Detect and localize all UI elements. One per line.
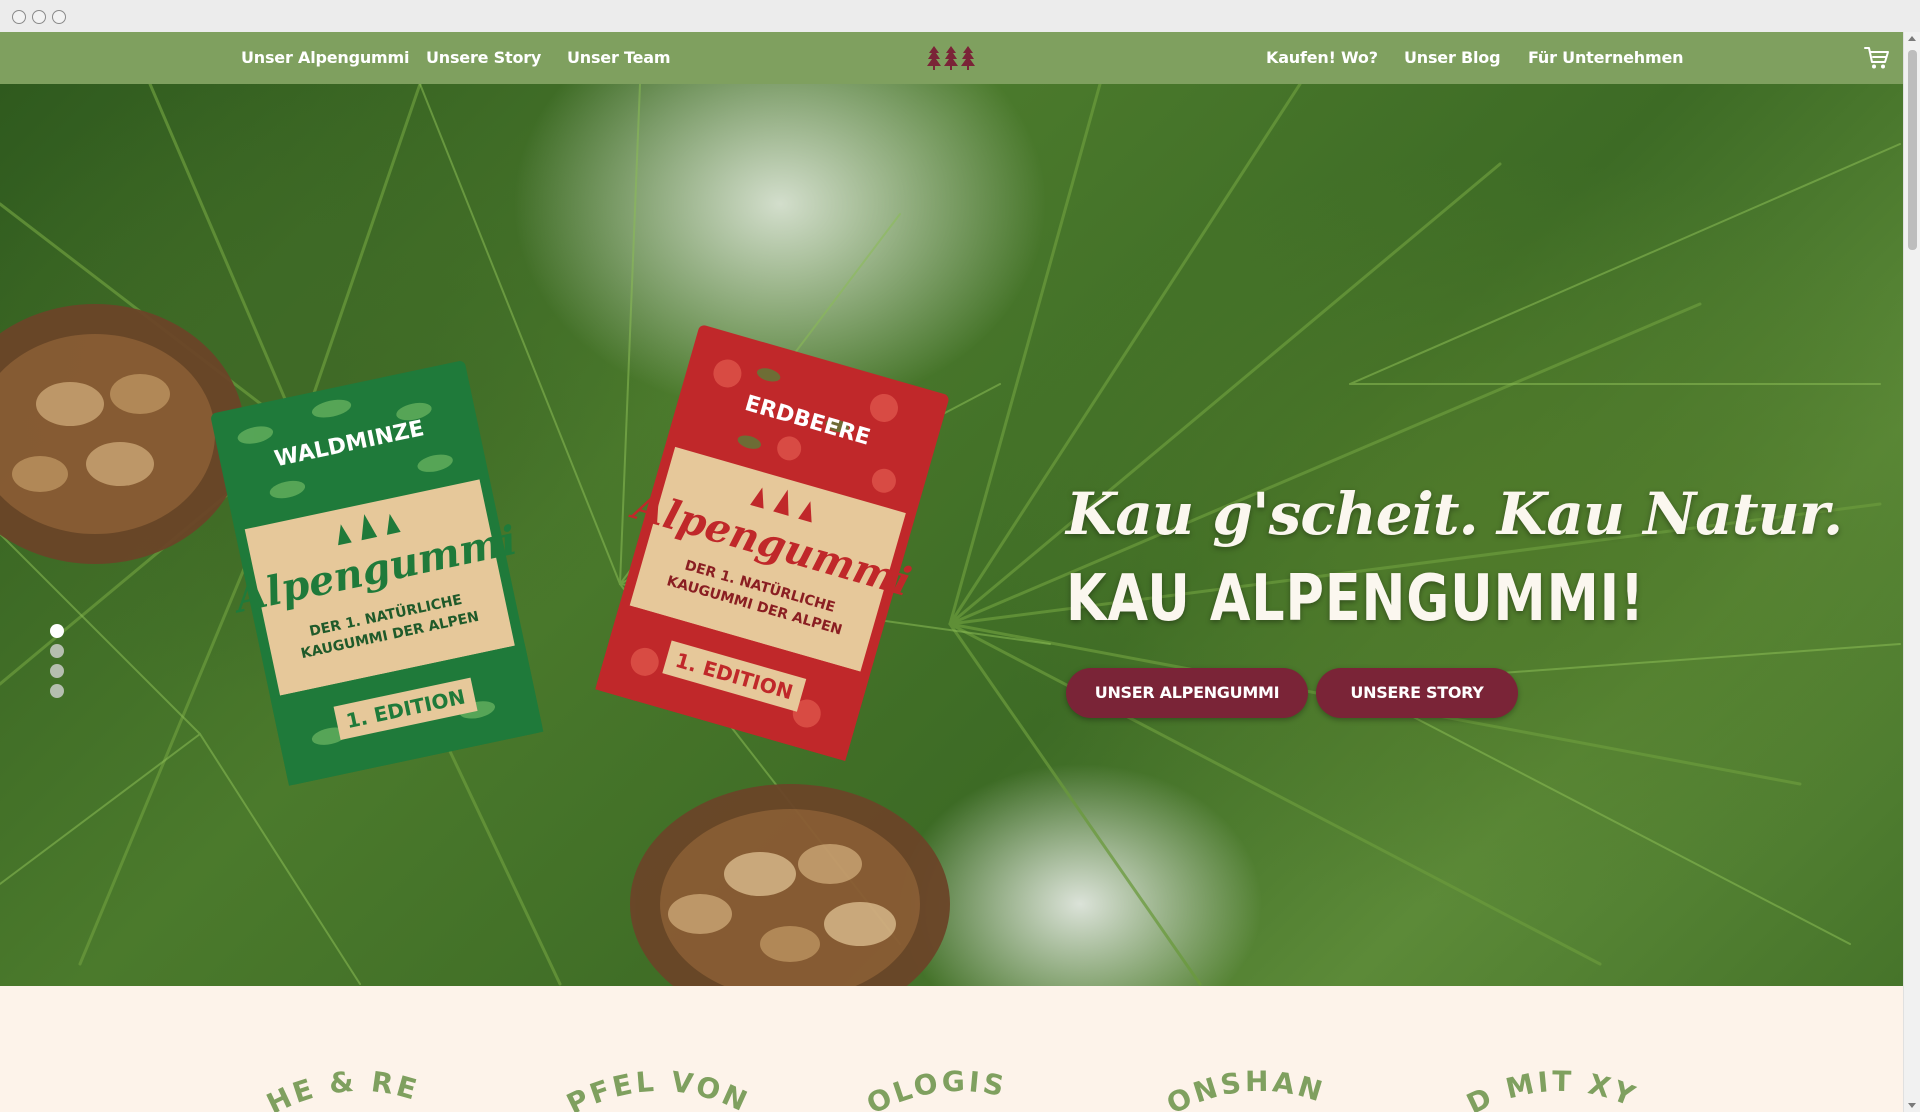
- scroll-down-arrow-icon[interactable]: [1908, 1103, 1916, 1108]
- page-scrollbar[interactable]: [1903, 32, 1920, 1112]
- window-maximize-dot[interactable]: [52, 10, 66, 24]
- product-box-waldminze: WALDMINZE Alpengummi DER 1. NATÜRLICHE K…: [211, 361, 544, 786]
- slide-dot-4[interactable]: [50, 684, 64, 698]
- scrollbar-thumb[interactable]: [1908, 50, 1917, 250]
- unser-alpengummi-button[interactable]: UNSER ALPENGUMMI: [1066, 668, 1308, 718]
- slide-dot-3[interactable]: [50, 664, 64, 678]
- product-box-erdbeere: ERDBEERE Alpengummi DER 1. NATÜRLICHE KA…: [595, 325, 949, 761]
- feature-arc-label-1: HE & RE: [262, 1065, 423, 1112]
- main-navigation: Unser Alpengummi Unsere Story Unser Team…: [0, 32, 1903, 84]
- window-minimize-dot[interactable]: [32, 10, 46, 24]
- feature-arc-label-2: PFEL VON: [561, 1065, 754, 1112]
- nav-link-unser-team[interactable]: Unser Team: [567, 32, 671, 84]
- nav-link-unsere-story[interactable]: Unsere Story: [426, 32, 541, 84]
- slider-pagination: [50, 624, 66, 704]
- nav-link-fuer-unternehmen[interactable]: Für Unternehmen: [1528, 32, 1684, 84]
- slide-dot-2[interactable]: [50, 644, 64, 658]
- feature-arc-labels: HE & RE PFEL VON OLOGIS ONSHAN D MIT XY: [262, 1065, 1642, 1112]
- features-section: HE & RE PFEL VON OLOGIS ONSHAN D MIT XY: [0, 986, 1903, 1112]
- nav-link-unser-blog[interactable]: Unser Blog: [1404, 32, 1501, 84]
- page-viewport: Unser Alpengummi Unsere Story Unser Team…: [0, 32, 1903, 1112]
- nav-link-kaufen-wo[interactable]: Kaufen! Wo?: [1266, 32, 1378, 84]
- hero-tagline-bold: KAU ALPENGUMMI!: [1066, 562, 1645, 636]
- scroll-up-arrow-icon[interactable]: [1908, 36, 1916, 41]
- nav-link-unser-alpengummi[interactable]: Unser Alpengummi: [241, 32, 409, 84]
- feature-arc-label-3: OLOGIS: [862, 1065, 1010, 1112]
- browser-chrome: [0, 0, 1920, 32]
- pine-cone-bottom: [630, 784, 950, 986]
- unsere-story-button[interactable]: UNSERE STORY: [1316, 668, 1518, 718]
- slide-dot-1[interactable]: [50, 624, 64, 638]
- hero-banner: WALDMINZE Alpengummi DER 1. NATÜRLICHE K…: [0, 84, 1903, 986]
- feature-arc-label-5: D MIT XY: [1462, 1065, 1642, 1112]
- hero-tagline-script: Kau g'scheit. Kau Natur.: [1066, 480, 1843, 548]
- three-trees-logo-icon[interactable]: [926, 45, 976, 71]
- window-close-dot[interactable]: [12, 10, 26, 24]
- shopping-cart-icon[interactable]: [1864, 45, 1890, 71]
- feature-arc-label-4: ONSHAN: [1162, 1065, 1329, 1112]
- pine-cone-left: [0, 304, 245, 564]
